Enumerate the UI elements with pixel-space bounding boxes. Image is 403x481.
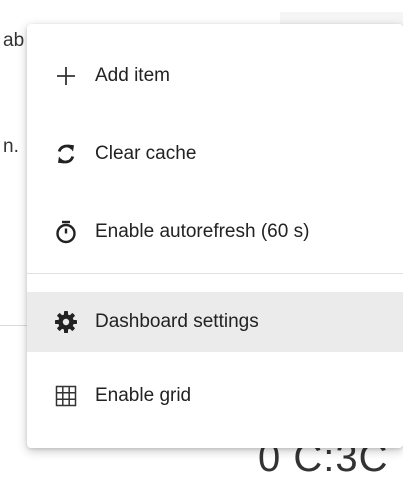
menu-item-label: Clear cache [95, 143, 197, 164]
menu-item-dashboard-settings[interactable]: Dashboard settings [27, 292, 403, 352]
gear-icon [54, 310, 78, 334]
menu-item-clear-cache[interactable]: Clear cache [27, 124, 403, 184]
timer-icon [54, 220, 78, 244]
plus-icon [54, 64, 78, 88]
background-partial-text: n. [3, 136, 19, 157]
refresh-icon [54, 142, 78, 166]
background-partial-text: ab [3, 30, 25, 51]
menu-item-label: Dashboard settings [95, 311, 259, 332]
menu-item-enable-grid[interactable]: Enable grid [27, 366, 403, 426]
menu-item-label: Enable grid [95, 385, 192, 406]
menu-divider [27, 273, 403, 274]
menu-item-add-item[interactable]: Add item [27, 46, 403, 106]
menu-item-label: Enable autorefresh (60 s) [95, 221, 310, 242]
grid-icon [54, 384, 78, 408]
menu-item-enable-autorefresh[interactable]: Enable autorefresh (60 s) [27, 202, 403, 262]
menu-item-label: Add item [95, 65, 170, 86]
dashboard-context-menu: Add item Clear cache Enable autorefresh … [27, 24, 403, 448]
